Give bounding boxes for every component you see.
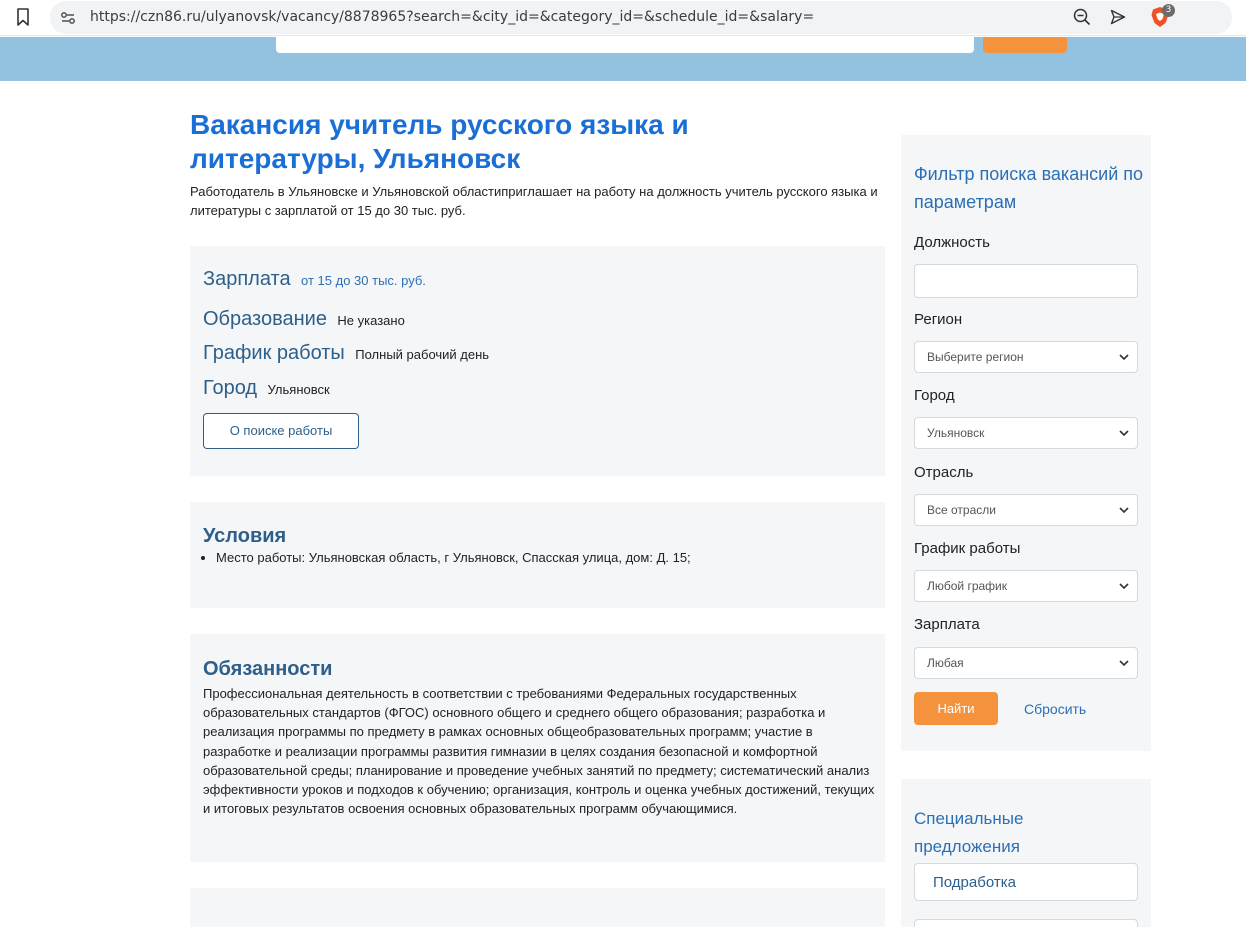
city-value: Ульяновск	[267, 382, 330, 397]
address-bar[interactable]: https://czn86.ru/ulyanovsk/vacancy/88789…	[50, 1, 1232, 34]
city-row: Город Ульяновск	[203, 377, 330, 400]
special-offer-item[interactable]: Подработка	[914, 863, 1138, 901]
conditions-title: Условия	[203, 525, 287, 547]
duties-panel: Обязанности Профессиональная деятельност…	[190, 634, 885, 862]
schedule-select[interactable]: Любой график	[914, 570, 1138, 602]
industry-label: Отрасль	[914, 464, 974, 481]
duties-title: Обязанности	[203, 658, 333, 680]
send-to-device-icon[interactable]	[1110, 9, 1126, 25]
education-label: Образование	[203, 308, 327, 330]
education-row: Образование Не указано	[203, 308, 405, 331]
city-filter-label: Город	[914, 387, 955, 404]
region-selected: Выберите регион	[927, 350, 1024, 364]
salary-row: Зарплата от 15 до 30 тыс. руб.	[203, 268, 426, 291]
job-search-info-button[interactable]: О поиске работы	[203, 413, 359, 449]
header-search-input[interactable]	[276, 37, 974, 53]
list-item: Место работы: Ульяновская область, г Уль…	[216, 550, 691, 565]
special-offer-item[interactable]	[914, 919, 1138, 927]
schedule-selected: Любой график	[927, 579, 1008, 593]
duties-text: Профессиональная деятельность в соответс…	[203, 686, 875, 817]
site-header-band	[0, 37, 1246, 81]
industry-selected: Все отрасли	[927, 503, 996, 517]
chevron-down-icon	[1119, 430, 1129, 437]
chevron-down-icon	[1119, 354, 1129, 361]
filter-title: Фильтр поиска вакансий по параметрам	[914, 164, 1144, 212]
salary-select[interactable]: Любая	[914, 647, 1138, 679]
special-offer-label: Подработка	[933, 874, 1016, 891]
salary-filter-label: Зарплата	[914, 616, 980, 633]
vacancy-filter-panel: Фильтр поиска вакансий по параметрам Дол…	[901, 135, 1151, 751]
chevron-down-icon	[1119, 583, 1129, 590]
page-title: Вакансия учитель русского языка и литера…	[190, 109, 689, 174]
special-offers-panel: Специальные предложения Подработка	[901, 779, 1151, 927]
region-label: Регион	[914, 311, 963, 328]
vacancy-info-panel: Зарплата от 15 до 30 тыс. руб. Образован…	[190, 246, 885, 476]
education-value: Не указано	[337, 313, 405, 328]
bookmark-icon[interactable]	[16, 8, 30, 26]
salary-value: от 15 до 30 тыс. руб.	[301, 273, 426, 288]
industry-select[interactable]: Все отрасли	[914, 494, 1138, 526]
zoom-out-icon[interactable]	[1073, 8, 1091, 26]
schedule-value: Полный рабочий день	[355, 347, 490, 362]
position-input[interactable]	[914, 264, 1138, 298]
conditions-list: Место работы: Ульяновская область, г Уль…	[216, 550, 691, 565]
city-select[interactable]: Ульяновск	[914, 417, 1138, 449]
chevron-down-icon	[1119, 507, 1129, 514]
shield-count-badge: 3	[1162, 4, 1175, 17]
schedule-filter-label: График работы	[914, 540, 1021, 557]
schedule-label: График работы	[203, 342, 345, 364]
salary-label: Зарплата	[203, 268, 291, 290]
find-button[interactable]: Найти	[914, 692, 998, 725]
conditions-panel: Условия Место работы: Ульяновская област…	[190, 502, 885, 608]
browser-toolbar: https://czn86.ru/ulyanovsk/vacancy/88789…	[0, 0, 1246, 36]
chevron-down-icon	[1119, 660, 1129, 667]
salary-selected: Любая	[927, 656, 964, 670]
vacancy-intro: Работодатель в Ульяновске и Ульяновской …	[190, 184, 878, 218]
city-label: Город	[203, 377, 258, 399]
site-settings-icon[interactable]	[60, 10, 76, 26]
position-label: Должность	[914, 234, 990, 251]
schedule-row: График работы Полный рабочий день	[203, 342, 489, 365]
reset-link[interactable]: Сбросить	[1024, 701, 1086, 717]
next-panel	[190, 888, 885, 927]
region-select[interactable]: Выберите регион	[914, 341, 1138, 373]
city-selected: Ульяновск	[927, 426, 985, 440]
url-text[interactable]: https://czn86.ru/ulyanovsk/vacancy/88789…	[90, 9, 814, 25]
header-search-button[interactable]	[983, 37, 1067, 53]
special-offers-title: Специальные предложения	[914, 809, 1024, 856]
